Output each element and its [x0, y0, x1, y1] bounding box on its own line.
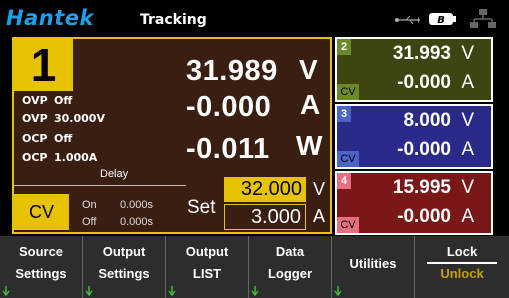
set-label: Set: [187, 197, 216, 218]
ch2-mode-badge: CV: [337, 84, 359, 100]
ocp-state-label: OCP: [22, 132, 48, 145]
channel-3-badge: 3: [337, 106, 351, 122]
lock-divider: [427, 262, 497, 264]
ocp-state-row: OCP Off: [22, 132, 72, 145]
output-list-softkey[interactable]: Output LIST: [166, 236, 249, 298]
ch3-mode-badge: CV: [337, 151, 359, 167]
ch1-current-readout: -0.000: [186, 91, 272, 123]
channel-4-badge: 4: [337, 173, 351, 189]
output-settings-line1: Output: [102, 244, 146, 259]
submenu-arrow-icon: [168, 286, 176, 296]
ch1-mode-badge: CV: [14, 194, 69, 230]
usb-icon: [395, 15, 420, 25]
delay-on-time[interactable]: 0.000s: [120, 199, 153, 211]
data-logger-softkey[interactable]: Data Logger: [249, 236, 332, 298]
ocp-value: 1.000A: [54, 151, 98, 164]
ch1-voltage-unit: V: [299, 54, 318, 85]
channel-3-panel[interactable]: 3 8.000 V -0.000 A CV: [335, 104, 493, 169]
ch4-voltage-readout: 15.995: [392, 177, 451, 198]
utilities-softkey[interactable]: Utilities: [332, 236, 415, 298]
ch2-voltage-unit: V: [461, 43, 474, 64]
lock-softkey[interactable]: Lock Unlock: [415, 236, 509, 298]
set-voltage-unit: V: [313, 179, 326, 199]
ch4-mode-badge: CV: [337, 217, 359, 233]
delay-label: Delay: [100, 168, 129, 180]
ovp-value-row: OVP 30.000V: [22, 112, 105, 125]
status-bar: Hantek Tracking B: [0, 0, 509, 37]
output-list-line1: Output: [185, 244, 229, 259]
submenu-arrow-icon: [2, 286, 10, 296]
channel-1-panel[interactable]: 1 OVP Off OVP 30.000V OCP Off OCP 1.000A 31.…: [12, 37, 332, 234]
ocp-value-row: OCP 1.000A: [22, 151, 97, 164]
output-list-line2: LIST: [192, 266, 222, 281]
ch4-voltage-unit: V: [461, 177, 474, 198]
network-icon: [470, 9, 496, 28]
softkey-bar: Source Settings Output Settings Output L…: [0, 236, 509, 298]
source-settings-line2: Settings: [15, 266, 67, 281]
submenu-arrow-icon: [334, 286, 342, 296]
ovp-value-label: OVP: [22, 112, 48, 125]
submenu-arrow-icon: [85, 286, 93, 296]
channel-1-badge: 1: [14, 39, 73, 91]
ch2-current-readout: -0.000: [397, 72, 451, 93]
data-logger-line1: Data: [275, 244, 305, 259]
set-current-field[interactable]: 3.000: [224, 204, 306, 230]
ch3-current-readout: -0.000: [397, 139, 451, 160]
ch4-current-readout: -0.000: [397, 206, 451, 227]
lock-label: Lock: [446, 244, 478, 259]
set-current-unit: A: [313, 206, 326, 226]
ch1-voltage-readout: 31.989: [186, 55, 278, 87]
delay-off-time[interactable]: 0.000s: [120, 216, 153, 228]
ocp-value-label: OCP: [22, 151, 48, 164]
ovp-state: Off: [54, 94, 73, 107]
ovp-value: 30.000V: [54, 112, 105, 125]
delay-divider: [14, 185, 186, 186]
delay-on-label: On: [82, 199, 97, 211]
ovp-state-label: OVP: [22, 94, 48, 107]
set-voltage-field[interactable]: 32.000: [224, 177, 306, 202]
submenu-arrow-icon: [251, 286, 259, 296]
ch3-voltage-unit: V: [461, 110, 474, 131]
delay-off-label: Off: [82, 216, 97, 228]
ch3-voltage-readout: 8.000: [403, 110, 451, 131]
output-settings-softkey[interactable]: Output Settings: [83, 236, 166, 298]
battery-icon: B: [429, 13, 456, 26]
page-title: Tracking: [140, 12, 207, 28]
utilities-label: Utilities: [349, 256, 397, 271]
ovp-state-row: OVP Off: [22, 94, 72, 107]
source-settings-line1: Source: [18, 244, 64, 259]
ch2-current-unit: A: [461, 72, 474, 93]
ch4-current-unit: A: [461, 206, 474, 227]
unlock-label: Unlock: [440, 266, 484, 281]
output-settings-line2: Settings: [98, 266, 150, 281]
source-settings-softkey[interactable]: Source Settings: [0, 236, 83, 298]
channel-2-badge: 2: [337, 39, 351, 55]
channel-4-panel[interactable]: 4 15.995 V -0.000 A CV: [335, 171, 493, 235]
ch1-power-unit: W: [296, 130, 323, 161]
ch2-voltage-readout: 31.993: [392, 43, 451, 64]
svg-text:B: B: [437, 15, 445, 26]
ocp-state: Off: [54, 132, 73, 145]
brand-logo: Hantek: [6, 6, 94, 30]
ch1-current-unit: A: [300, 89, 321, 120]
channel-2-panel[interactable]: 2 31.993 V -0.000 A CV: [335, 37, 493, 102]
data-logger-line2: Logger: [267, 266, 313, 281]
ch3-current-unit: A: [461, 139, 474, 160]
ch1-power-readout: -0.011: [186, 133, 270, 165]
